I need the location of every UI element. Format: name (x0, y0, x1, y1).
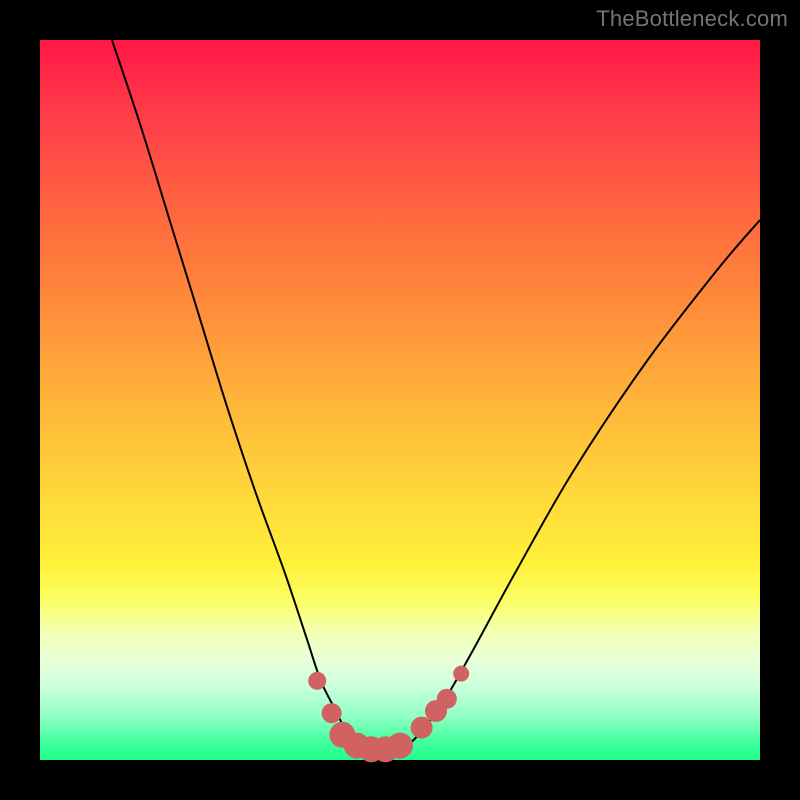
plot-area (40, 40, 760, 760)
bottleneck-curve (112, 40, 760, 753)
marker-dot (308, 672, 326, 690)
threshold-markers (308, 666, 469, 763)
marker-dot (411, 717, 433, 739)
marker-dot (322, 703, 342, 723)
marker-dot (437, 689, 457, 709)
curve-svg (40, 40, 760, 760)
watermark-text: TheBottleneck.com (596, 6, 788, 32)
marker-dot (387, 733, 413, 759)
marker-dot (453, 666, 469, 682)
chart-frame: TheBottleneck.com (0, 0, 800, 800)
